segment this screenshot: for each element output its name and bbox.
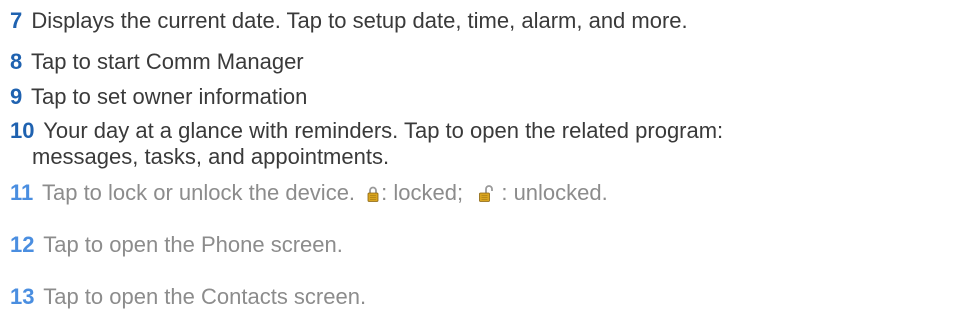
item-number: 7 <box>10 8 23 33</box>
list-item-7: 7 Displays the current date. Tap to setu… <box>10 8 688 34</box>
item-text: Tap to start Comm Manager <box>30 49 304 74</box>
unlocked-padlock-icon <box>479 182 494 208</box>
item-number: 11 <box>10 180 34 205</box>
list-item-12: 12 Tap to open the Phone screen. <box>10 232 343 258</box>
item-number: 12 <box>10 232 35 257</box>
item-text: Tap to set owner information <box>30 84 308 109</box>
item-text: : locked; <box>381 180 464 205</box>
list-item-8: 8 Tap to start Comm Manager <box>10 49 304 75</box>
list-item-10: 10 Your day at a glance with reminders. … <box>10 118 723 144</box>
item-number: 9 <box>10 84 23 109</box>
item-text: Displays the current date. Tap to setup … <box>31 8 688 33</box>
list-item-10-continuation: messages, tasks, and appointments. <box>32 144 390 169</box>
item-number: 13 <box>10 284 35 309</box>
item-number: 10 <box>10 118 35 143</box>
item-number: 8 <box>10 49 23 74</box>
item-text: Tap to open the Phone screen. <box>43 232 343 257</box>
item-text: : unlocked. <box>495 180 608 205</box>
list-item-9: 9 Tap to set owner information <box>10 84 307 110</box>
list-item-11: 11 Tap to lock or unlock the device. : l… <box>10 180 608 208</box>
locked-padlock-icon <box>367 182 379 208</box>
item-text: Tap to lock or unlock the device. <box>41 180 356 205</box>
item-text: Tap to open the Contacts screen. <box>43 284 367 309</box>
item-text: Your day at a glance with reminders. Tap… <box>43 118 724 143</box>
list-item-13: 13 Tap to open the Contacts screen. <box>10 284 366 310</box>
